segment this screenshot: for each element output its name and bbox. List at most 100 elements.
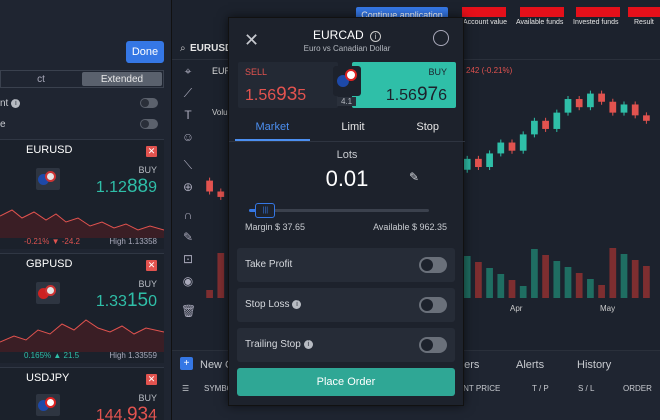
sell-price: 1.56935 [245,84,307,105]
card-price[interactable]: 144.934 [96,404,157,420]
account-value-label: Account value [463,19,507,26]
text-icon[interactable]: T [181,108,195,122]
candle-body [587,93,594,108]
done-button[interactable]: Done [126,41,164,63]
alarm-clock-icon[interactable] [433,30,449,46]
tab-alerts[interactable]: Alerts [516,359,544,371]
card-change: -0.21% ▼ -24.2 [24,237,80,246]
volume-bar [553,261,561,298]
tab-stop[interactable]: Stop [390,118,465,141]
watchlist-card[interactable]: GBPUSD ✕ BUY 1.33150 0.165% ▲ 21.5 High … [0,253,164,363]
ruler-icon[interactable]: ⟍ [181,158,195,172]
buy-label: BUY [428,67,447,77]
drawing-toolbar: ⌖ ⟋ T ☺ ⟍ ⊕ ∩ ✎ ⊡ ◉ 🗑 [172,60,202,320]
spread-value: 4.1 [337,97,357,106]
stop-loss-toggle[interactable] [419,297,447,313]
volume-bar [206,290,213,298]
search-icon[interactable]: ⌕ [180,43,186,54]
emoji-icon[interactable]: ☺ [181,130,195,144]
candle-body [542,120,549,129]
eye-icon[interactable]: ◉ [181,274,195,288]
trash-icon[interactable]: 🗑 [181,304,196,318]
candle-body [497,142,505,154]
volume-bar [497,274,505,298]
pencil-lock-icon[interactable]: ✎ [181,230,195,244]
watchlist-card[interactable]: EURUSD ✕ BUY 1.12889 -0.21% ▼ -24.2 High… [0,139,164,249]
list-icon[interactable]: ☰ [182,384,189,393]
card-side: BUY [138,279,157,289]
available-funds-label: Available funds [516,19,564,26]
tab-limit[interactable]: Limit [316,118,391,141]
result-label: Result [634,19,654,26]
volume-label: Volu [212,108,228,117]
lots-slider-handle[interactable]: ||| [255,203,276,218]
candle-body [217,191,225,197]
lots-value[interactable]: 0.01 [229,166,465,192]
chart-symbol[interactable]: EURUSD [190,43,232,54]
lots-label: Lots [336,149,358,161]
currency-flag-icon [36,394,60,416]
watchlist-card[interactable]: USDJPY ✕ BUY 144.934 [0,367,164,420]
sell-button[interactable]: SELL 1.56935 [238,62,338,108]
volume-bar [575,273,583,298]
candle-body [643,115,650,121]
currency-flag-icon [36,168,60,190]
candle-body [553,112,561,129]
card-high: High 1.33559 [109,351,157,360]
crosshair-icon[interactable]: ⌖ [181,64,195,78]
watchlist-panel: Done ct Extended nt i e EURUSD ✕ BUY 1.12… [0,0,172,420]
info-icon[interactable]: i [303,340,313,349]
candle-body [631,104,639,116]
candle-body [609,101,617,113]
currency-flag-icon [36,282,60,304]
candle-body [206,180,213,192]
place-order-button[interactable]: Place Order [237,368,455,396]
card-symbol: EURUSD [26,144,73,156]
info-icon[interactable]: i [370,31,381,42]
new-order-icon[interactable]: + [180,357,193,370]
take-profit-toggle[interactable] [419,257,447,273]
candle-body [508,142,516,151]
magnet-icon[interactable]: ∩ [181,208,195,222]
modal-title: EURCAD i [229,28,465,42]
segment-extended[interactable]: Extended [82,72,162,86]
chart-legend: 242 (-0.21%) [466,66,513,75]
available-value: Available $ 962.35 [373,222,447,232]
pencil-icon[interactable]: ✎ [409,170,419,184]
candle-body [575,99,583,108]
card-sparkline [0,209,164,238]
volume-bar [587,279,594,298]
option-row: nt i [0,96,164,110]
stop-loss-label: Stop Loss [245,299,290,310]
tab-market[interactable]: Market [235,118,310,141]
option-toggle[interactable] [140,119,158,129]
lots-slider-track[interactable] [249,209,429,212]
candle-body [519,134,527,151]
close-icon[interactable]: ✕ [146,260,157,271]
close-icon[interactable]: ✕ [146,374,157,385]
trendline-icon[interactable]: ⟋ [181,86,195,100]
modal-subtitle: Euro vs Canadian Dollar [303,44,391,53]
info-icon[interactable]: i [292,300,302,309]
tab-history[interactable]: History [577,359,611,371]
candle-body [620,104,628,113]
lock-icon[interactable]: ⊡ [181,252,195,266]
segment-compact[interactable]: ct [1,71,81,87]
account-value-redacted [462,7,506,17]
info-icon[interactable]: i [11,98,21,108]
close-icon[interactable]: ✕ [146,146,157,157]
margin-value: Margin $ 37.65 [245,222,306,232]
candle-body [486,153,493,168]
volume-bar [475,262,482,298]
col-order: ORDER [623,384,652,393]
volume-bar [598,285,605,298]
zoom-in-icon[interactable]: ⊕ [181,180,195,194]
trailing-stop-toggle[interactable] [419,337,447,353]
volume-bar [508,280,516,298]
option-toggle[interactable] [140,98,158,108]
buy-button[interactable]: BUY 1.56976 [352,62,456,108]
col-sl: S / L [578,384,595,393]
take-profit-row: Take Profit [237,248,455,282]
volume-bar [609,248,617,298]
stop-loss-row: Stop Loss i [237,288,455,322]
